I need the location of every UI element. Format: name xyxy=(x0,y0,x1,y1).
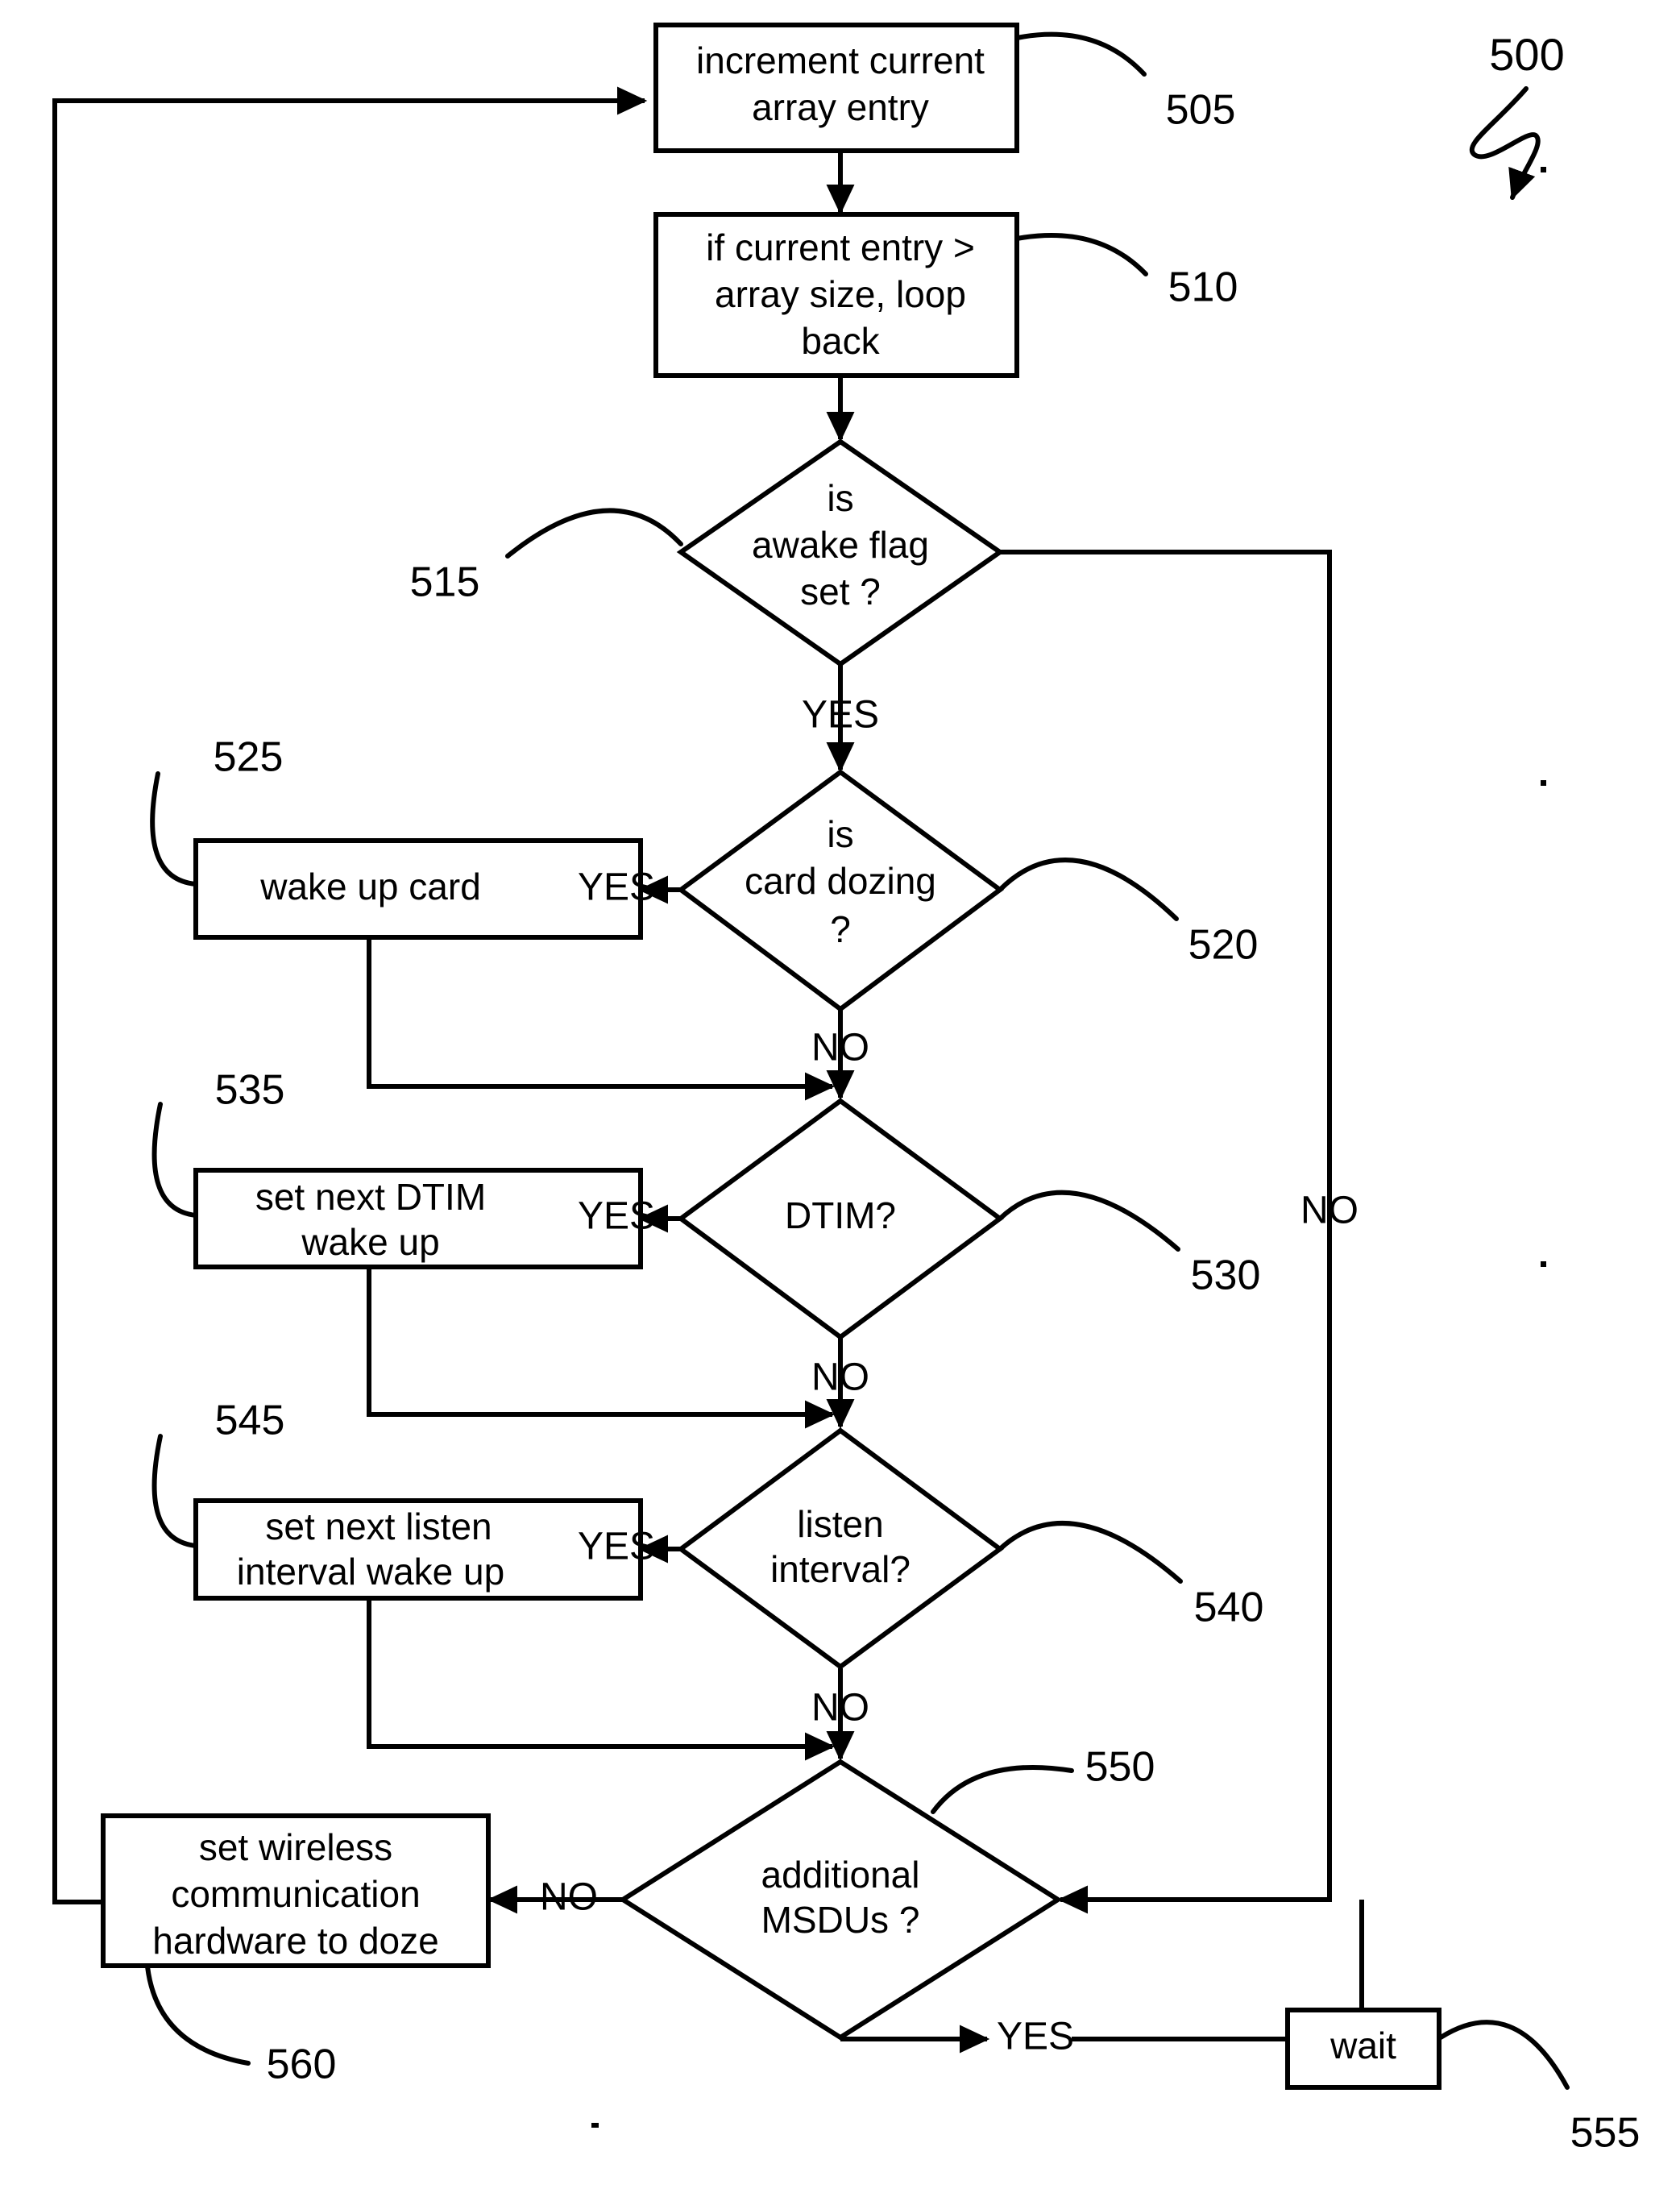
ref-555: 555 xyxy=(1570,2110,1641,2157)
figure-squiggle-arrow xyxy=(1469,86,1541,201)
figure-number: 500 xyxy=(1489,29,1564,80)
edge-label-msdus-yes: YES xyxy=(997,2016,1074,2058)
node-increment-line-1: array entry xyxy=(752,86,929,128)
edge-label-dtim-no: NO xyxy=(811,1356,869,1399)
node-dtim-line-0: DTIM? xyxy=(785,1194,896,1236)
node-wait-line-0: wait xyxy=(1329,2025,1396,2066)
edge-label-awake-yes: YES xyxy=(802,694,879,737)
scan-speck-4 xyxy=(591,2123,599,2128)
leader-520 xyxy=(998,857,1179,921)
node-dozing-line-0: is xyxy=(827,813,853,855)
edge-label-dtim-yes: YES xyxy=(578,1195,655,1238)
leader-515 xyxy=(505,508,683,559)
leader-550 xyxy=(931,1764,1074,1814)
edge-label-dozing-no: NO xyxy=(811,1027,869,1069)
leader-540 xyxy=(998,1521,1183,1584)
node-setlisten-line-0: set next listen xyxy=(265,1506,492,1547)
node-awake-line-0: is xyxy=(827,477,853,519)
ref-535: 535 xyxy=(215,1067,285,1114)
leader-505 xyxy=(1014,31,1147,77)
node-loopback-line-1: array size, loop xyxy=(715,273,966,315)
edge-label-listen-yes: YES xyxy=(578,1526,655,1568)
leader-525 xyxy=(150,771,198,887)
edge-label-dozing-yes: YES xyxy=(578,866,655,909)
edge-awake-no-to-msdus xyxy=(1000,550,1332,1914)
edge-label-msdus-no: NO xyxy=(540,1876,598,1919)
edge-label-listen-no: NO xyxy=(811,1687,869,1730)
leader-530 xyxy=(998,1190,1180,1252)
edge-label-awake-no: NO xyxy=(1300,1190,1359,1232)
edge-doze-to-increment xyxy=(52,86,648,1904)
node-setlisten-line-1: interval wake up xyxy=(237,1551,504,1593)
edge-setdtim-to-listen xyxy=(367,1267,836,1429)
ref-550: 550 xyxy=(1085,1744,1155,1791)
leader-560 xyxy=(145,1964,251,2066)
node-loopback-line-2: back xyxy=(801,320,880,362)
node-dozing-line-1: card dozing xyxy=(745,860,936,902)
edge-wakecard-to-dtim xyxy=(367,937,836,1101)
ref-510: 510 xyxy=(1168,264,1238,311)
leader-545 xyxy=(151,1434,198,1548)
ref-560: 560 xyxy=(267,2041,337,2088)
node-wakecard-line-0: wake up card xyxy=(259,866,481,907)
node-awake-line-1: awake flag xyxy=(752,524,929,566)
scan-speck-3 xyxy=(1541,1261,1546,1267)
node-listen-line-1: interval? xyxy=(770,1548,911,1590)
ref-545: 545 xyxy=(215,1398,285,1444)
ref-530: 530 xyxy=(1191,1252,1261,1299)
node-msdus-line-1: MSDUs ? xyxy=(761,1899,920,1941)
ref-525: 525 xyxy=(214,734,284,781)
edge-setlisten-to-msdus xyxy=(367,1598,836,1761)
node-increment-line-0: increment current xyxy=(696,39,985,81)
node-doze-line-1: communication xyxy=(171,1873,420,1915)
node-doze-line-2: hardware to doze xyxy=(152,1920,438,1962)
scan-speck-1 xyxy=(1541,167,1546,172)
node-awake-line-2: set ? xyxy=(800,571,881,613)
ref-520: 520 xyxy=(1188,922,1259,969)
node-setdtim-line-0: set next DTIM xyxy=(255,1176,486,1218)
flowchart-canvas: increment current array entry if current… xyxy=(52,23,1641,2157)
ref-505: 505 xyxy=(1166,87,1236,134)
flowchart-figure: increment current array entry if current… xyxy=(0,0,1680,2197)
scan-speck-2 xyxy=(1541,780,1546,786)
node-dozing-line-2: ? xyxy=(830,908,851,950)
node-msdus-line-0: additional xyxy=(761,1854,920,1896)
leader-535 xyxy=(151,1102,198,1218)
leader-555 xyxy=(1438,2020,1570,2090)
node-loopback-line-0: if current entry > xyxy=(706,226,975,268)
ref-515: 515 xyxy=(410,559,480,606)
node-setdtim-line-1: wake up xyxy=(301,1221,439,1263)
node-listen-line-0: listen xyxy=(797,1503,883,1545)
node-doze-line-0: set wireless xyxy=(199,1826,392,1868)
leader-510 xyxy=(1014,232,1148,276)
ref-540: 540 xyxy=(1194,1584,1264,1631)
